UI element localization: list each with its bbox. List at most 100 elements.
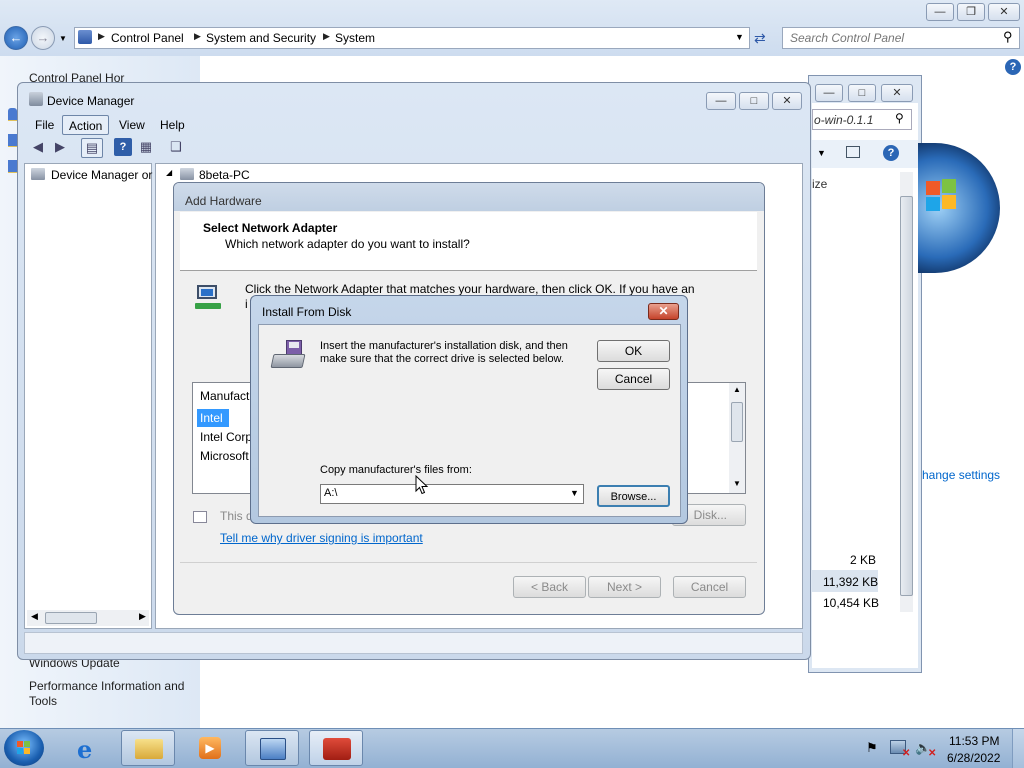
system-search-input[interactable]: o-win-0.1.1 ⚲	[812, 109, 912, 130]
address-dropdown-icon[interactable]: ▼	[735, 32, 744, 42]
next-button[interactable]: Next >	[588, 576, 661, 598]
manufacturer-column-header[interactable]: Manufact	[200, 389, 249, 403]
close-button[interactable]: ✕	[988, 3, 1020, 21]
computer-name[interactable]: 8beta-PC	[199, 168, 250, 182]
ok-button[interactable]: OK	[597, 340, 670, 362]
control-panel-icon	[78, 30, 92, 44]
dm-close-button[interactable]: ✕	[772, 92, 802, 110]
dm-minimize-button[interactable]: —	[706, 92, 736, 110]
performance-link-line-2[interactable]: Tools	[29, 694, 57, 708]
search-icon[interactable]: ⚲	[895, 111, 904, 125]
restore-button[interactable]: ❐	[957, 3, 985, 21]
add-hardware-subheading: Which network adapter do you want to ins…	[225, 237, 470, 251]
list-item[interactable]: Intel Corp	[200, 430, 252, 444]
change-settings-link[interactable]: hange settings	[922, 468, 1000, 482]
tree-expand-icon[interactable]: ◢	[166, 168, 172, 177]
internet-explorer-taskbar-button[interactable]: e	[63, 730, 117, 766]
recent-pages-icon[interactable]: ▼	[59, 34, 67, 43]
internet-explorer-icon: e	[77, 735, 93, 764]
properties-icon[interactable]: ▦	[137, 138, 155, 156]
system-search-value: o-win-0.1.1	[814, 113, 874, 127]
performance-link[interactable]: Performance Information and	[29, 679, 184, 693]
driver-signing-link[interactable]: Tell me why driver signing is important	[220, 531, 423, 545]
windows-logo	[918, 143, 1000, 273]
explorer-taskbar-button[interactable]	[121, 730, 175, 766]
chevron-down-icon[interactable]: ▼	[570, 488, 579, 498]
close-icon[interactable]: ✕	[648, 303, 679, 320]
browse-button[interactable]: Browse...	[597, 485, 670, 507]
dm-tree-root[interactable]: Device Manager or	[51, 168, 152, 182]
system-close-button[interactable]: ✕	[881, 84, 913, 102]
scroll-thumb[interactable]	[731, 402, 743, 442]
device-manager-title: Device Manager	[47, 94, 135, 108]
system-scrollbar[interactable]	[900, 172, 913, 612]
driver-signing-text: This d	[220, 509, 253, 523]
back-button[interactable]: < Back	[513, 576, 586, 598]
copy-from-label: Copy manufacturer's files from:	[320, 464, 472, 476]
install-from-disk-title: Install From Disk	[262, 305, 352, 319]
control-panel-icon	[260, 738, 286, 760]
breadcrumb-arrow-icon[interactable]: ▶	[323, 31, 330, 42]
action-center-flag-icon[interactable]: ⚑	[866, 740, 878, 756]
preview-pane-icon[interactable]	[846, 146, 860, 158]
copy-from-value: A:\	[324, 487, 338, 499]
signed-driver-icon	[193, 511, 207, 523]
views-dropdown-icon[interactable]: ▼	[817, 148, 826, 158]
show-hide-tree-icon[interactable]: ▤	[81, 138, 103, 158]
model-list-scrollbar[interactable]: ▲ ▼	[729, 383, 745, 493]
scroll-up-icon[interactable]: ▲	[733, 385, 741, 394]
address-bar[interactable]: ▶ Control Panel ▶ System and Security ▶ …	[74, 27, 750, 49]
device-manager-icon	[29, 92, 43, 106]
system-maximize-button[interactable]: □	[848, 84, 876, 102]
search-input[interactable]: Search Control Panel ⚲	[782, 27, 1020, 49]
dm-left-hscrollbar[interactable]: ◀ ▶	[27, 610, 149, 626]
clock-date[interactable]: 6/28/2022	[947, 751, 1000, 765]
list-item[interactable]: Intel	[200, 411, 223, 425]
scan-hardware-icon[interactable]: ❑	[167, 138, 185, 156]
system-minimize-button[interactable]: —	[815, 84, 843, 102]
breadcrumb-system[interactable]: System	[335, 31, 375, 45]
copy-from-combobox[interactable]: A:\ ▼	[320, 484, 584, 504]
breadcrumb-system-security[interactable]: System and Security	[206, 31, 316, 45]
help-icon[interactable]: ?	[883, 145, 899, 161]
cancel-button[interactable]: Cancel	[673, 576, 746, 598]
mouse-cursor-icon	[415, 475, 429, 495]
refresh-icon[interactable]: ⇄	[754, 30, 766, 47]
file-size: 11,392 KB	[823, 575, 879, 589]
disk-drive-icon	[270, 340, 306, 370]
list-item[interactable]: Microsoft	[200, 449, 249, 463]
help-icon[interactable]: ?	[114, 138, 132, 156]
device-manager-taskbar-button[interactable]	[309, 730, 363, 766]
minimize-button[interactable]: —	[926, 3, 954, 21]
scroll-down-icon[interactable]: ▼	[733, 479, 741, 488]
forward-arrow-icon[interactable]: ▶	[51, 138, 69, 156]
forward-icon[interactable]: →	[31, 26, 55, 50]
back-icon[interactable]: ←	[4, 26, 28, 50]
add-hardware-titlebar	[174, 183, 764, 211]
breadcrumb-control-panel[interactable]: Control Panel	[111, 31, 184, 45]
dm-maximize-button[interactable]: □	[739, 92, 769, 110]
show-desktop-button[interactable]	[1012, 729, 1024, 768]
control-panel-taskbar-button[interactable]	[245, 730, 299, 766]
menu-file[interactable]: File	[29, 115, 60, 135]
menu-view[interactable]: View	[113, 115, 151, 135]
scroll-thumb[interactable]	[45, 612, 97, 624]
media-player-taskbar-button[interactable]: ▶	[183, 730, 237, 766]
size-column-header[interactable]: ize	[812, 177, 827, 191]
breadcrumb-arrow-icon[interactable]: ▶	[194, 31, 201, 42]
menu-help[interactable]: Help	[154, 115, 191, 135]
search-icon[interactable]: ⚲	[1003, 29, 1013, 45]
scroll-left-icon[interactable]: ◀	[31, 611, 38, 622]
breadcrumb-arrow-icon[interactable]: ▶	[98, 31, 105, 42]
scroll-right-icon[interactable]: ▶	[139, 611, 146, 622]
back-arrow-icon[interactable]: ◀	[29, 138, 47, 156]
network-adapter-icon	[193, 283, 223, 313]
install-message-line-2: make sure that the correct drive is sele…	[320, 353, 564, 365]
menu-action[interactable]: Action	[62, 115, 110, 135]
system-toolbar: ▼ ?	[812, 140, 918, 168]
start-button[interactable]	[4, 730, 44, 766]
install-cancel-button[interactable]: Cancel	[597, 368, 670, 390]
help-icon[interactable]: ?	[1005, 59, 1021, 75]
clock-time[interactable]: 11:53 PM	[949, 734, 999, 748]
volume-muted-icon: ✕	[928, 748, 937, 759]
